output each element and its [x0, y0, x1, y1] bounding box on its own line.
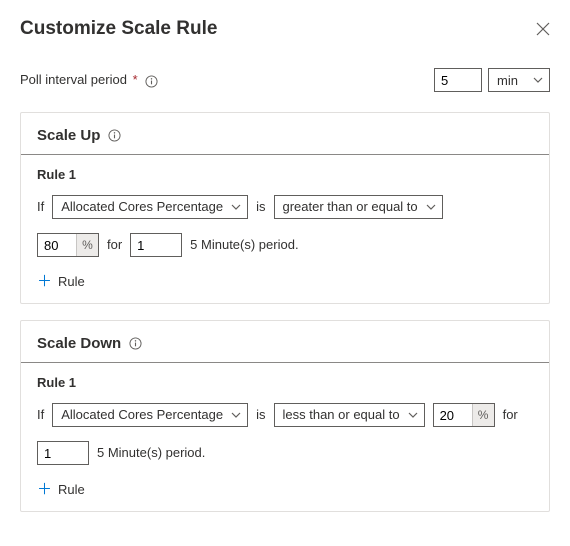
scale-up-threshold-input[interactable] [38, 234, 76, 256]
add-rule-label: Rule [58, 274, 85, 289]
poll-interval-label-text: Poll interval period [20, 72, 127, 87]
scale-up-period-text: 5 Minute(s) period. [190, 230, 298, 260]
info-icon[interactable] [108, 129, 121, 142]
scale-up-body: Rule 1 If Allocated Cores Percentage is … [21, 155, 549, 303]
for-text: for [503, 400, 518, 430]
scale-down-rule-line-2: 5 Minute(s) period. [37, 438, 533, 468]
poll-interval-unit-value: min [497, 73, 518, 88]
poll-interval-row: Poll interval period * min [20, 68, 550, 92]
scale-up-rule-line-2: % for 5 Minute(s) period. [37, 230, 533, 260]
poll-interval-label: Poll interval period * [20, 72, 434, 87]
scale-down-card: Scale Down Rule 1 If Allocated Cores Per… [20, 320, 550, 512]
scale-down-threshold-wrap: % [433, 403, 495, 427]
close-icon[interactable] [536, 22, 550, 36]
chevron-down-icon [231, 410, 241, 420]
percent-suffix: % [472, 404, 494, 426]
scale-up-header: Scale Up [21, 113, 549, 155]
scale-up-operator-select[interactable]: greater than or equal to [274, 195, 443, 219]
scale-down-threshold-input[interactable] [434, 404, 472, 426]
required-mark: * [133, 72, 138, 87]
poll-interval-unit-select[interactable]: min [488, 68, 550, 92]
scale-up-heading: Scale Up [37, 127, 100, 144]
scale-up-card: Scale Up Rule 1 If Allocated Cores Perce… [20, 112, 550, 304]
scale-down-heading: Scale Down [37, 335, 121, 352]
add-rule-label: Rule [58, 482, 85, 497]
panel-header: Customize Scale Rule [20, 18, 550, 40]
if-text: If [37, 400, 44, 430]
is-text: is [256, 192, 265, 222]
plus-icon: ＋ [37, 274, 52, 289]
scale-down-period-text: 5 Minute(s) period. [97, 438, 205, 468]
scale-up-operator-value: greater than or equal to [283, 192, 418, 222]
chevron-down-icon [231, 202, 241, 212]
is-text: is [256, 400, 265, 430]
scale-down-body: Rule 1 If Allocated Cores Percentage is … [21, 363, 549, 511]
scale-down-rule-line: If Allocated Cores Percentage is less th… [37, 400, 533, 430]
scale-down-metric-value: Allocated Cores Percentage [61, 400, 223, 430]
scale-up-duration-input[interactable] [130, 233, 182, 257]
chevron-down-icon [533, 75, 543, 85]
panel-title: Customize Scale Rule [20, 18, 217, 40]
scale-down-operator-select[interactable]: less than or equal to [274, 403, 425, 427]
scale-up-add-rule-button[interactable]: ＋ Rule [37, 274, 85, 289]
if-text: If [37, 192, 44, 222]
scale-down-rule-title: Rule 1 [37, 375, 533, 390]
plus-icon: ＋ [37, 482, 52, 497]
scale-down-metric-select[interactable]: Allocated Cores Percentage [52, 403, 248, 427]
scale-up-rule-line: If Allocated Cores Percentage is greater… [37, 192, 533, 222]
chevron-down-icon [426, 202, 436, 212]
chevron-down-icon [408, 410, 418, 420]
for-text: for [107, 230, 122, 260]
scale-up-metric-value: Allocated Cores Percentage [61, 192, 223, 222]
scale-down-operator-value: less than or equal to [283, 400, 400, 430]
percent-suffix: % [76, 234, 98, 256]
scale-down-add-rule-button[interactable]: ＋ Rule [37, 482, 85, 497]
scale-up-threshold-wrap: % [37, 233, 99, 257]
scale-up-metric-select[interactable]: Allocated Cores Percentage [52, 195, 248, 219]
poll-interval-input[interactable] [434, 68, 482, 92]
scale-down-duration-input[interactable] [37, 441, 89, 465]
scale-down-header: Scale Down [21, 321, 549, 363]
scale-up-rule-title: Rule 1 [37, 167, 533, 182]
info-icon[interactable] [145, 75, 158, 88]
info-icon[interactable] [129, 337, 142, 350]
